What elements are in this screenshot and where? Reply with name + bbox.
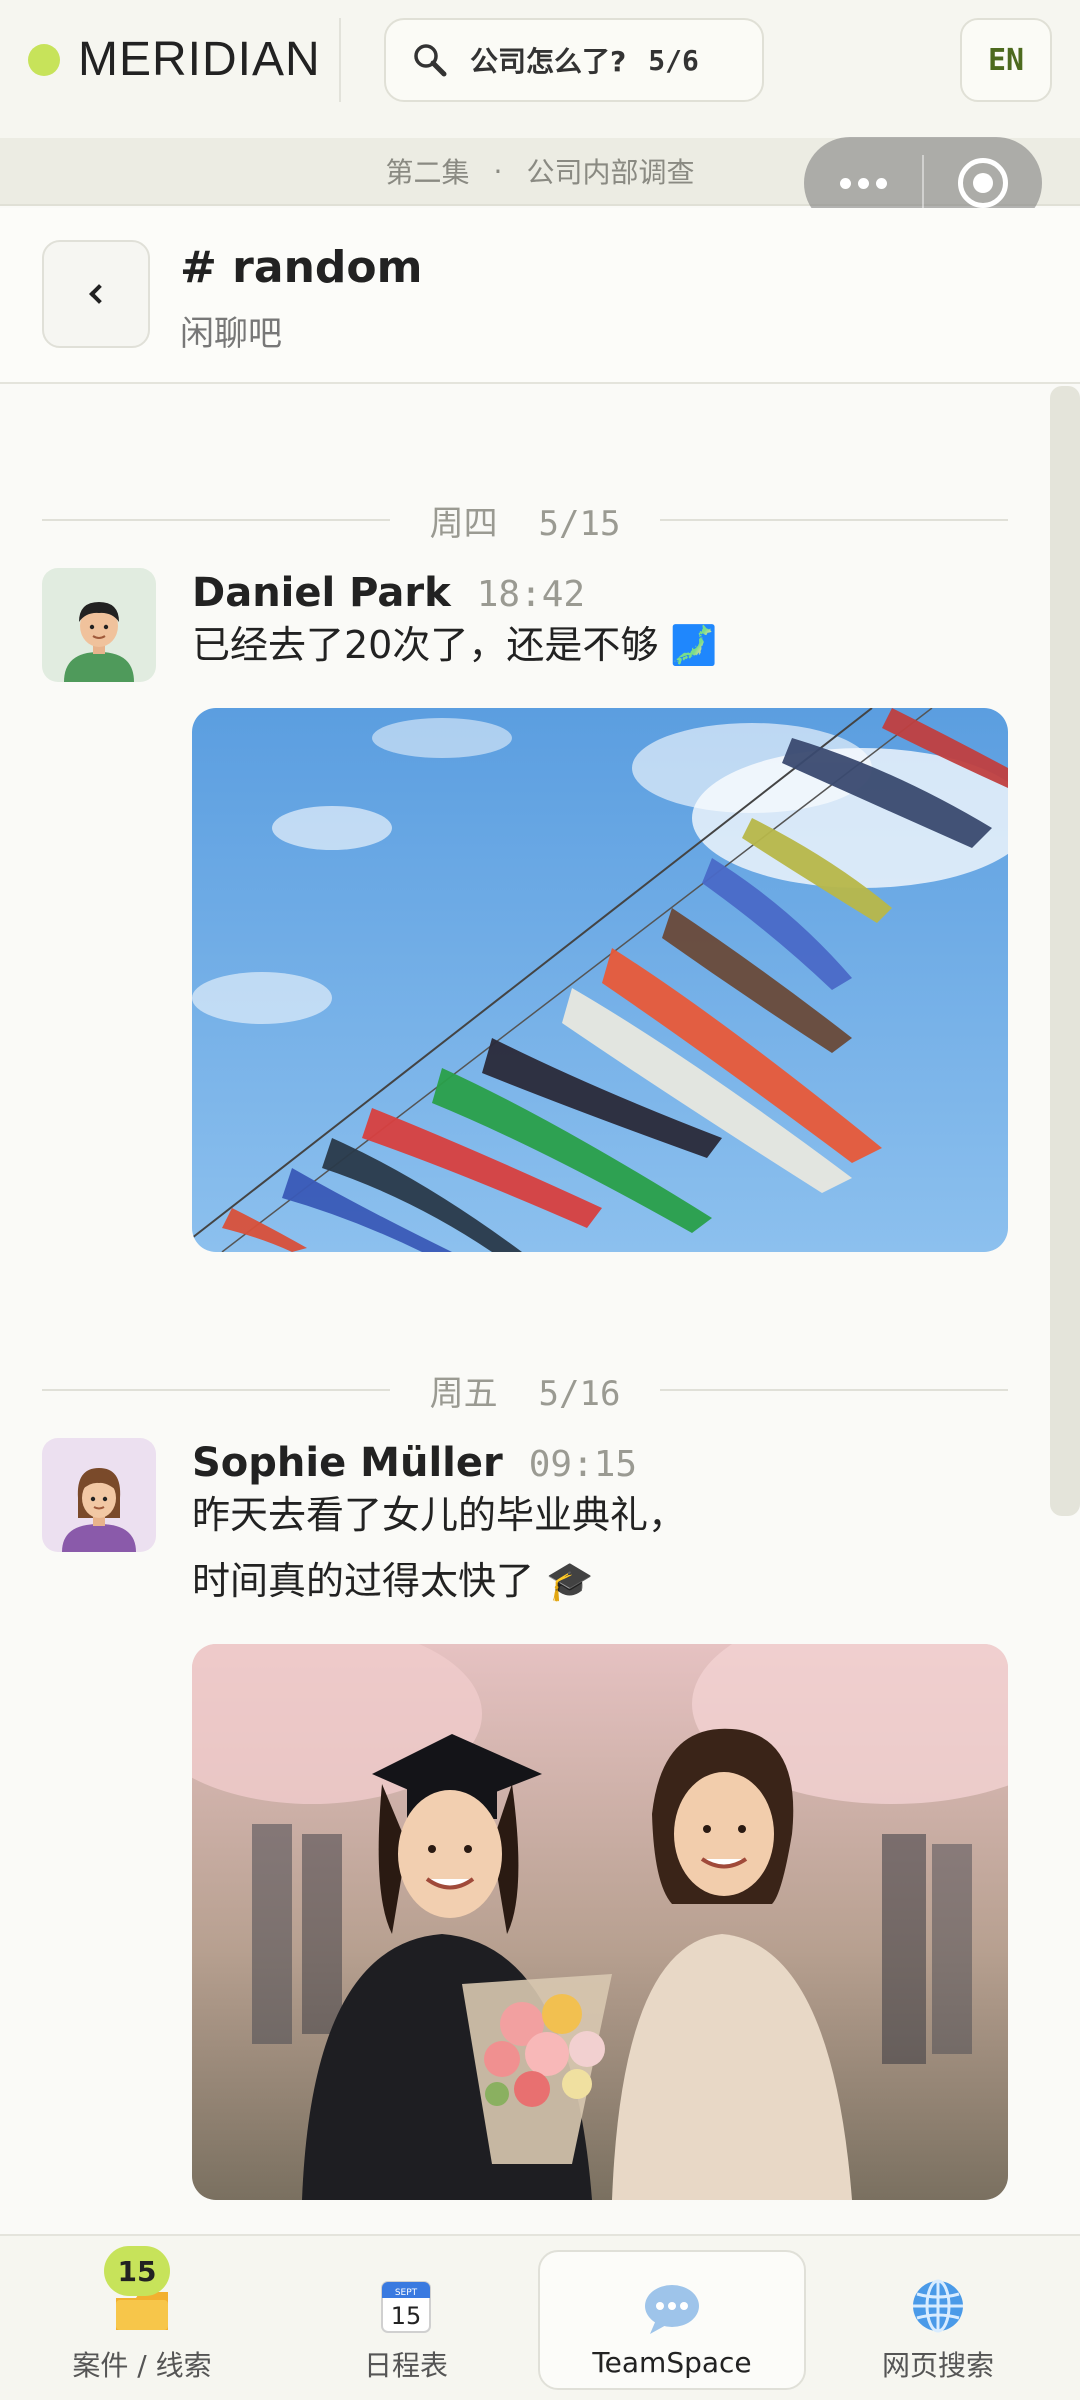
day-label: 周五 5/16 [429, 1373, 621, 1414]
more-dot [839, 177, 851, 189]
top-bar: MERIDIAN 公司怎么了? 5/6 EN [0, 0, 1080, 138]
scrollbar[interactable] [1050, 386, 1080, 1516]
cases-badge: 15 [104, 2246, 170, 2296]
avatar-sophie-muller[interactable] [42, 1438, 156, 1552]
message-header: Sophie Müller 09:15 [192, 1440, 637, 1486]
brand: MERIDIAN [28, 32, 321, 87]
nav-item-cases[interactable]: 15 案件 / 线索 [12, 2246, 272, 2390]
search-box[interactable]: 公司怎么了? 5/6 [384, 18, 764, 102]
more-dot [857, 177, 869, 189]
channel-title: # random [180, 242, 423, 293]
message-header: Daniel Park 18:42 [192, 570, 585, 616]
chevron-left-icon [89, 284, 109, 304]
search-icon [412, 42, 448, 78]
calendar-icon: SEPT 15 [376, 2276, 436, 2336]
target-icon [958, 158, 1008, 208]
day-label: 周四 5/15 [429, 503, 621, 544]
back-button[interactable] [42, 240, 150, 348]
folder-icon: 15 [104, 2246, 172, 2336]
nav-item-web-search[interactable]: 网页搜索 [808, 2250, 1068, 2390]
scrollbar-thumb[interactable] [1050, 386, 1080, 1516]
message-line: 时间真的过得太快了 🎓 [192, 1559, 594, 1603]
message-author[interactable]: Daniel Park [192, 570, 451, 616]
nav-item-teamspace[interactable]: TeamSpace [538, 2250, 806, 2390]
channel-header: # random 闲聊吧 [0, 208, 1080, 384]
message-feed[interactable]: 周四 5/15 Daniel Park 18:42 已经去了20次了，还是不够 … [0, 386, 1080, 2234]
message-time: 09:15 [528, 1444, 638, 1485]
episode-part: 第二集 [385, 156, 470, 189]
bottom-nav: 15 案件 / 线索 SEPT 15 日程表 TeamSpace 网页搜索 [0, 2234, 1080, 2400]
more-dot [875, 177, 887, 189]
episode-title: 公司内部调查 [526, 156, 695, 189]
message-text: 昨天去看了女儿的毕业典礼， 时间真的过得太快了 🎓 [192, 1482, 686, 1614]
nav-label: 日程表 [363, 2349, 448, 2382]
message-line: 昨天去看了女儿的毕业典礼， [192, 1493, 687, 1537]
koinobori-photo[interactable] [192, 708, 1008, 1252]
chat-bubble-icon [642, 2278, 702, 2338]
episode-separator: · [493, 154, 503, 188]
globe-icon [908, 2276, 968, 2336]
message-author[interactable]: Sophie Müller [192, 1440, 503, 1486]
message-text: 已经去了20次了，还是不够 🗾 [192, 612, 718, 678]
message-line: 已经去了20次了，还是不够 🗾 [192, 623, 718, 667]
day-divider: 周四 5/15 [42, 490, 1008, 550]
search-count: 5/6 [648, 43, 699, 77]
message-item: Sophie Müller 09:15 昨天去看了女儿的毕业典礼， 时间真的过得… [42, 1438, 1008, 2234]
divider [339, 18, 341, 102]
message-time: 18:42 [476, 574, 586, 615]
day-divider: 周五 5/16 [42, 1360, 1008, 1420]
language-toggle-button[interactable]: EN [960, 18, 1052, 102]
nav-label: 网页搜索 [881, 2349, 994, 2382]
avatar-daniel-park[interactable] [42, 568, 156, 682]
nav-label: 案件 / 线索 [72, 2349, 212, 2382]
nav-item-schedule[interactable]: SEPT 15 日程表 [276, 2250, 536, 2390]
calendar-month: SEPT [395, 2288, 418, 2298]
channel-subtitle: 闲聊吧 [180, 314, 282, 354]
status-dot [28, 43, 60, 76]
calendar-day: 15 [391, 2302, 422, 2330]
brand-name: MERIDIAN [78, 33, 321, 86]
nav-label: TeamSpace [592, 2346, 752, 2379]
graduation-photo[interactable] [192, 1644, 1008, 2200]
search-query: 公司怎么了? [470, 45, 627, 78]
message-item: Daniel Park 18:42 已经去了20次了，还是不够 🗾 [42, 568, 1008, 1268]
